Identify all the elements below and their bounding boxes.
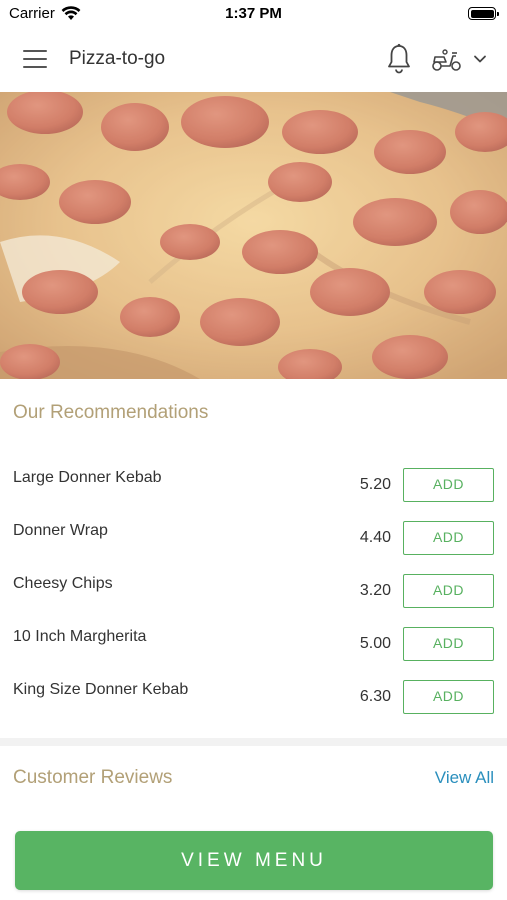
item-price: 6.30 [359,688,391,705]
recommendations-title: Our Recommendations [13,402,209,423]
list-item: 10 Inch Margherita 5.00 ADD [0,617,507,670]
hamburger-menu-icon[interactable] [23,50,47,68]
item-name: King Size Donner Kebab [13,681,189,698]
item-price: 4.40 [359,529,391,546]
list-item: Large Donner Kebab 5.20 ADD [0,458,507,511]
battery-icon [468,7,499,20]
list-item: Cheesy Chips 3.20 ADD [0,564,507,617]
add-button[interactable]: ADD [403,680,494,714]
app-title: Pizza-to-go [69,48,166,69]
add-button[interactable]: ADD [403,627,494,661]
customer-reviews-title: Customer Reviews [13,767,173,788]
clock: 1:37 PM [225,5,282,22]
item-name: Cheesy Chips [13,575,113,592]
chevron-down-icon[interactable] [473,54,487,64]
item-price: 5.20 [359,476,391,493]
view-menu-button[interactable]: VIEW MENU [15,831,493,890]
view-all-link[interactable]: View All [435,768,494,788]
item-price: 3.20 [359,582,391,599]
section-divider [0,738,507,746]
item-name: 10 Inch Margherita [13,628,147,645]
add-button[interactable]: ADD [403,574,494,608]
bell-icon[interactable] [386,43,412,75]
image-overlay [0,92,507,379]
item-name: Donner Wrap [13,522,108,539]
item-price: 5.00 [359,635,391,652]
status-bar: Carrier 1:37 PM [0,0,507,28]
scooter-delivery-icon[interactable] [431,48,463,72]
list-item: King Size Donner Kebab 6.30 ADD [0,670,507,723]
add-button[interactable]: ADD [403,521,494,555]
list-item: Donner Wrap 4.40 ADD [0,511,507,564]
hero-pizza-image [0,92,507,379]
item-name: Large Donner Kebab [13,469,162,486]
top-navbar: Pizza-to-go [0,28,507,92]
add-button[interactable]: ADD [403,468,494,502]
